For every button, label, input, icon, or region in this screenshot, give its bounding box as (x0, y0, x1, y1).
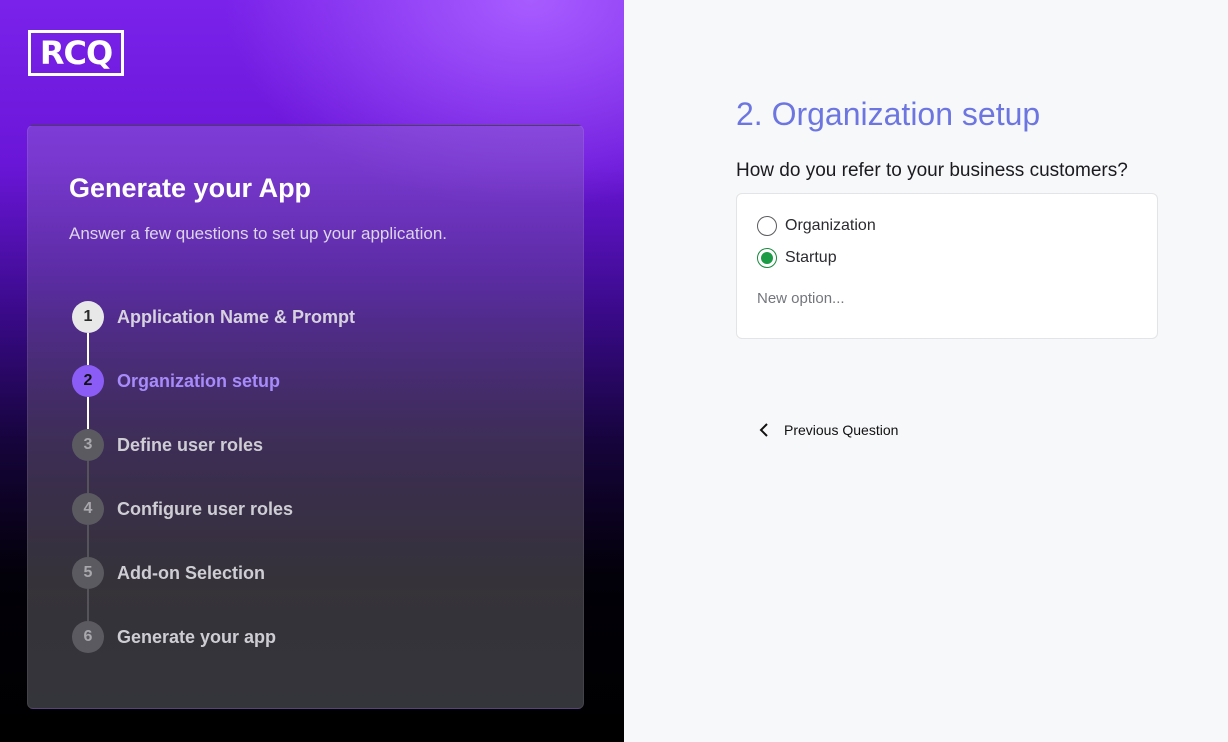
step-number: 4 (72, 493, 104, 525)
wizard-title: Generate your App (69, 173, 312, 203)
step-number: 6 (72, 621, 104, 653)
option-startup[interactable]: Startup (757, 248, 837, 268)
step-connector (87, 589, 89, 621)
options-box: Organization Startup New option... (736, 193, 1158, 339)
step-application-name[interactable]: 1 Application Name & Prompt (72, 301, 355, 333)
step-number: 1 (72, 301, 104, 333)
step-label: Configure user roles (117, 498, 294, 519)
sidebar-panel: RCQ Generate your App Answer a few quest… (0, 0, 624, 742)
main-panel: 2. Organization setup How do you refer t… (624, 0, 1228, 742)
chevron-left-icon (756, 420, 772, 440)
step-add-on-selection[interactable]: 5 Add-on Selection (72, 557, 265, 589)
radio-button-selected[interactable] (757, 248, 777, 268)
page-title: 2. Organization setup (736, 96, 1041, 132)
step-label: Define user roles (117, 434, 264, 455)
step-label: Add-on Selection (117, 562, 265, 583)
step-connector (87, 461, 89, 493)
wizard-card: Generate your App Answer a few questions… (27, 125, 584, 709)
step-label: Application Name & Prompt (117, 306, 356, 327)
new-option-input[interactable]: New option... (757, 290, 845, 307)
step-label: Generate your app (117, 626, 277, 647)
step-label: Organization setup (117, 370, 281, 391)
step-connector (87, 397, 89, 429)
step-number: 2 (72, 365, 104, 397)
option-label: Organization (785, 217, 876, 234)
step-organization-setup[interactable]: 2 Organization setup (72, 365, 280, 397)
step-connector (87, 525, 89, 557)
option-label: Startup (785, 249, 837, 266)
step-generate-app[interactable]: 6 Generate your app (72, 621, 276, 653)
radio-button[interactable] (757, 216, 777, 236)
rcq-logo[interactable]: RCQ (28, 30, 124, 76)
step-define-user-roles[interactable]: 3 Define user roles (72, 429, 263, 461)
step-list: 1 Application Name & Prompt 2 Organizati… (72, 301, 552, 681)
wizard-subtitle: Answer a few questions to set up your ap… (69, 224, 447, 243)
step-number: 5 (72, 557, 104, 589)
previous-question-button[interactable]: Previous Question (756, 420, 898, 440)
option-organization[interactable]: Organization (757, 216, 876, 236)
question-text: How do you refer to your business custom… (736, 160, 1128, 181)
step-connector (87, 333, 89, 365)
step-configure-user-roles[interactable]: 4 Configure user roles (72, 493, 293, 525)
step-number: 3 (72, 429, 104, 461)
previous-question-label: Previous Question (784, 422, 899, 438)
